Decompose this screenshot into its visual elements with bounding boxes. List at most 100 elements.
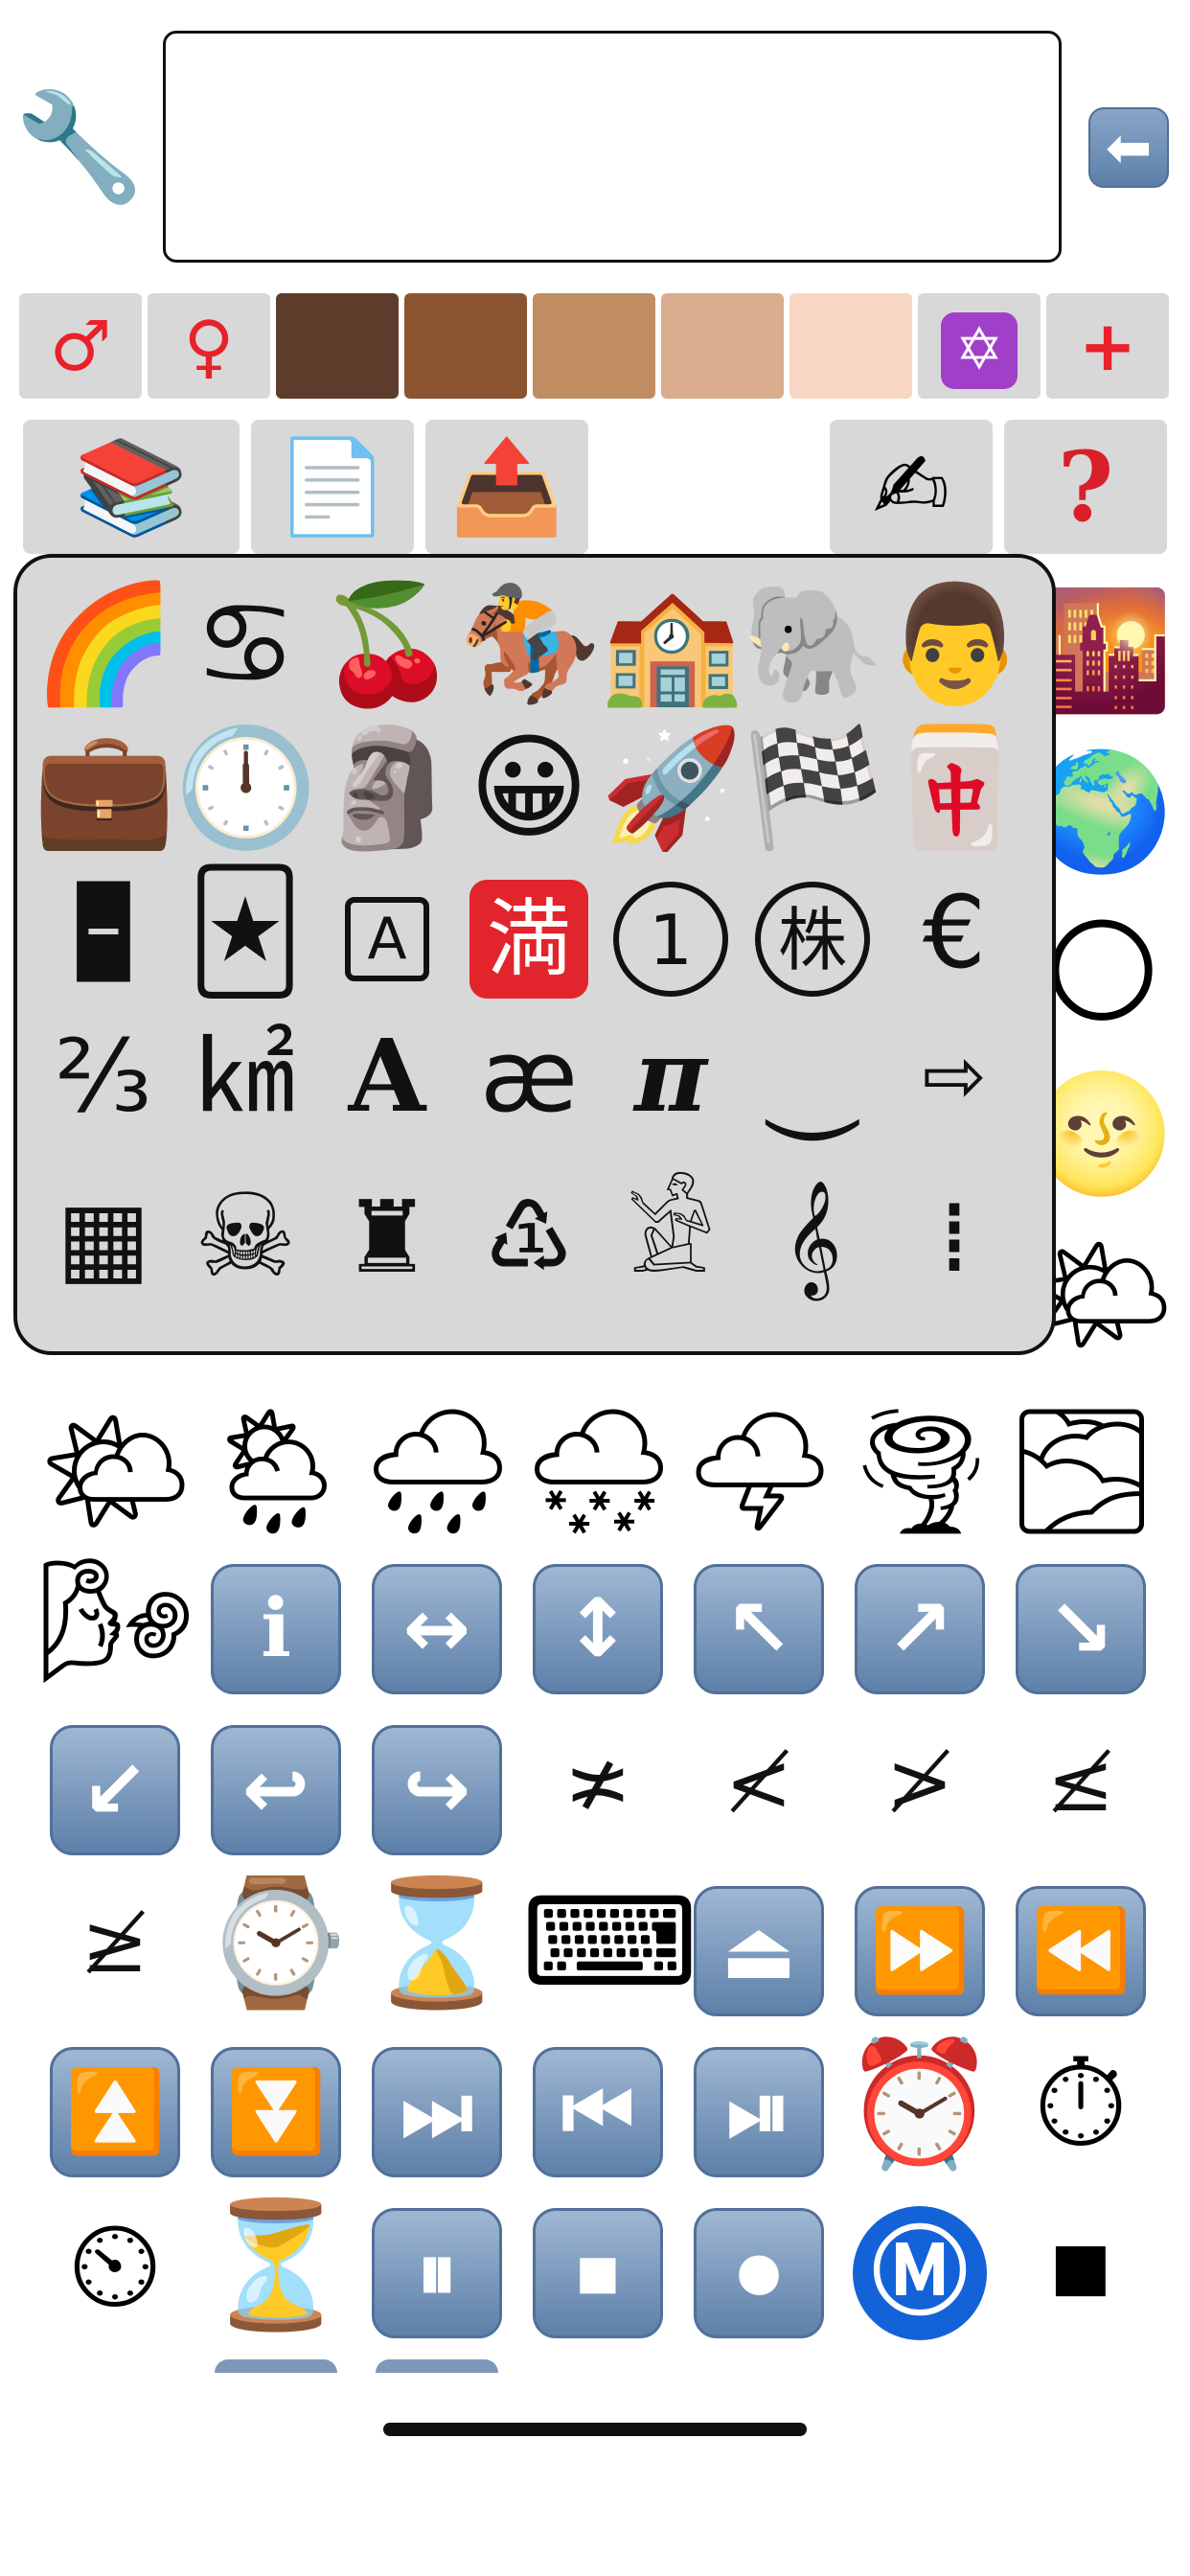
grid-square-icon[interactable]: ▦	[33, 1165, 174, 1309]
not-less-or-equal-icon[interactable]: ≰	[1004, 1706, 1157, 1859]
rocket-icon[interactable]: 🚀	[600, 717, 743, 861]
up-left-arrow-icon: ↖	[694, 1563, 824, 1694]
treble-clef-icon[interactable]: 𝄞	[742, 1165, 883, 1309]
return-right-arrow-key[interactable]: ↪	[360, 1706, 514, 1859]
up-down-arrow-key[interactable]: ↕	[521, 1545, 675, 1698]
watch-icon[interactable]: ⌚	[199, 1867, 353, 2020]
fast-down-icon: ⏬	[211, 2046, 341, 2177]
partial-key-peek	[376, 2359, 498, 2373]
backspace-button[interactable]: ⬅	[1088, 107, 1169, 188]
help-button[interactable]: ?	[1004, 420, 1167, 554]
information-key[interactable]: ℹ	[199, 1545, 353, 1698]
keyboard-icon[interactable]: ⌨	[521, 1867, 698, 2020]
previous-track-key[interactable]: ⏮	[521, 2028, 675, 2181]
hieroglyph-icon[interactable]: 𓀀	[600, 1165, 742, 1309]
school-icon[interactable]: 🏫	[600, 573, 743, 717]
sun-behind-small-cloud-icon[interactable]: 🌤	[38, 1395, 195, 1549]
cloud-with-snow-icon[interactable]: 🌨	[521, 1395, 677, 1549]
vertical-dots-icon[interactable]: ⁞	[883, 1165, 1025, 1309]
fast-forward-key[interactable]: ⏩	[843, 1867, 996, 2020]
down-left-arrow-key[interactable]: ↙	[38, 1706, 192, 1859]
white-right-arrow-icon[interactable]: ⇨	[883, 1004, 1025, 1148]
cancer-icon[interactable]: ♋	[174, 573, 316, 717]
elephant-icon[interactable]: 🐘	[742, 573, 884, 717]
fast-down-key[interactable]: ⏬	[199, 2028, 353, 2181]
circled-m-key[interactable]: Ⓜ	[843, 2189, 996, 2342]
record-key[interactable]: ⏺	[682, 2189, 835, 2342]
recycling-one-icon[interactable]: ♳	[458, 1165, 600, 1309]
rainbow-icon[interactable]: 🌈	[33, 573, 175, 717]
skin-tone-medium-button[interactable]	[533, 293, 655, 399]
rewind-key[interactable]: ⏪	[1004, 1867, 1157, 2020]
grinning-face-icon[interactable]: 😀	[458, 717, 600, 861]
hourglass-icon[interactable]: ⌛	[360, 1867, 514, 2020]
cloud-with-rain-icon[interactable]: 🌧	[360, 1395, 516, 1549]
pi-icon[interactable]: π	[600, 1004, 742, 1148]
chess-rook-icon[interactable]: ♜	[316, 1165, 458, 1309]
home-indicator[interactable]	[383, 2423, 807, 2436]
skin-tone-light-button[interactable]	[790, 293, 912, 399]
copy-button[interactable]: 📄	[251, 420, 414, 554]
circled-one-icon[interactable]: 1	[600, 861, 742, 1004]
left-right-arrow-key[interactable]: ↔	[360, 1545, 514, 1698]
bottom-bracket-icon[interactable]: ⏝	[742, 1004, 883, 1148]
fast-forward-icon: ⏩	[855, 1885, 985, 2016]
male-modifier-button[interactable]: ♂	[19, 293, 142, 399]
emoji-text-input[interactable]	[163, 31, 1062, 263]
partial-key-peek	[215, 2359, 337, 2373]
squared-a-icon[interactable]: A	[316, 861, 458, 1004]
eject-key[interactable]: ⏏	[682, 1867, 835, 2020]
add-button[interactable]: +	[1046, 293, 1169, 399]
skin-tone-medium-dark-button[interactable]	[404, 293, 527, 399]
religious-symbol-button[interactable]: ✡	[918, 293, 1041, 399]
squared-full-icon[interactable]: 満	[458, 861, 600, 1004]
circled-stock-icon[interactable]: 株	[742, 861, 883, 1004]
not-greater-or-equal-icon[interactable]: ≱	[38, 1867, 192, 2020]
share-button[interactable]: 📤	[425, 420, 588, 554]
hourglass-flowing-icon[interactable]: ⏳	[199, 2189, 353, 2342]
alarm-clock-icon[interactable]: ⏰	[843, 2028, 996, 2181]
skin-tone-medium-light-button[interactable]	[661, 293, 784, 399]
books-button[interactable]: 📚	[23, 420, 240, 554]
tornado-icon[interactable]: 🌪	[843, 1395, 999, 1549]
play-pause-key[interactable]: ⏯	[682, 2028, 835, 2181]
checkered-flag-icon[interactable]: 🏁	[742, 717, 884, 861]
black-square-icon[interactable]: ◼	[1004, 2189, 1157, 2342]
sun-behind-rain-cloud-icon[interactable]: 🌦	[199, 1395, 355, 1549]
down-right-arrow-key[interactable]: ↘	[1004, 1545, 1157, 1698]
square-km-icon[interactable]: ㎢	[174, 1004, 316, 1148]
clock-icon[interactable]: 🕛	[174, 717, 317, 861]
domino-icon[interactable]: 🁢	[33, 861, 174, 1004]
joker-card-icon[interactable]: 🃏	[174, 861, 316, 1004]
horse-racing-icon[interactable]: 🏇	[458, 573, 601, 717]
return-left-arrow-key[interactable]: ↩	[199, 1706, 353, 1859]
skin-tone-dark-button[interactable]	[276, 293, 399, 399]
fog-icon[interactable]: 🌫	[1004, 1395, 1160, 1549]
stop-key[interactable]: ⏹	[521, 2189, 675, 2342]
man-icon[interactable]: 👨	[883, 573, 1026, 717]
next-track-key[interactable]: ⏭	[360, 2028, 514, 2181]
skull-crossbones-icon[interactable]: ☠	[174, 1165, 316, 1309]
pause-key[interactable]: ⏸	[360, 2189, 514, 2342]
up-left-arrow-key[interactable]: ↖	[682, 1545, 835, 1698]
two-thirds-icon[interactable]: ⅔	[33, 1004, 174, 1148]
timer-clock-icon[interactable]: ⏲	[38, 2189, 192, 2342]
stopwatch-icon[interactable]: ⏱	[1004, 2028, 1157, 2181]
mahjong-tile-icon[interactable]: 🀄	[883, 717, 1026, 861]
female-modifier-button[interactable]: ♀	[148, 293, 270, 399]
settings-wrench-icon[interactable]: 🔧	[13, 84, 145, 209]
not-equivalent-icon[interactable]: ≭	[521, 1706, 675, 1859]
up-right-arrow-key[interactable]: ↗	[843, 1545, 996, 1698]
wind-face-icon[interactable]: 🌬	[38, 1545, 195, 1698]
briefcase-icon[interactable]: 💼	[33, 717, 175, 861]
write-button[interactable]: ✍	[830, 420, 993, 554]
cherries-icon[interactable]: 🍒	[316, 573, 459, 717]
cloud-with-lightning-icon[interactable]: 🌩	[682, 1395, 838, 1549]
bold-a-icon[interactable]: 𝐀	[316, 1004, 458, 1148]
euro-sign-icon[interactable]: €	[883, 861, 1025, 1004]
ae-ligature-icon[interactable]: æ	[458, 1004, 600, 1148]
moai-icon[interactable]: 🗿	[316, 717, 459, 861]
not-less-than-icon[interactable]: ≮	[682, 1706, 835, 1859]
fast-up-key[interactable]: ⏫	[38, 2028, 192, 2181]
not-greater-than-icon[interactable]: ≯	[843, 1706, 996, 1859]
